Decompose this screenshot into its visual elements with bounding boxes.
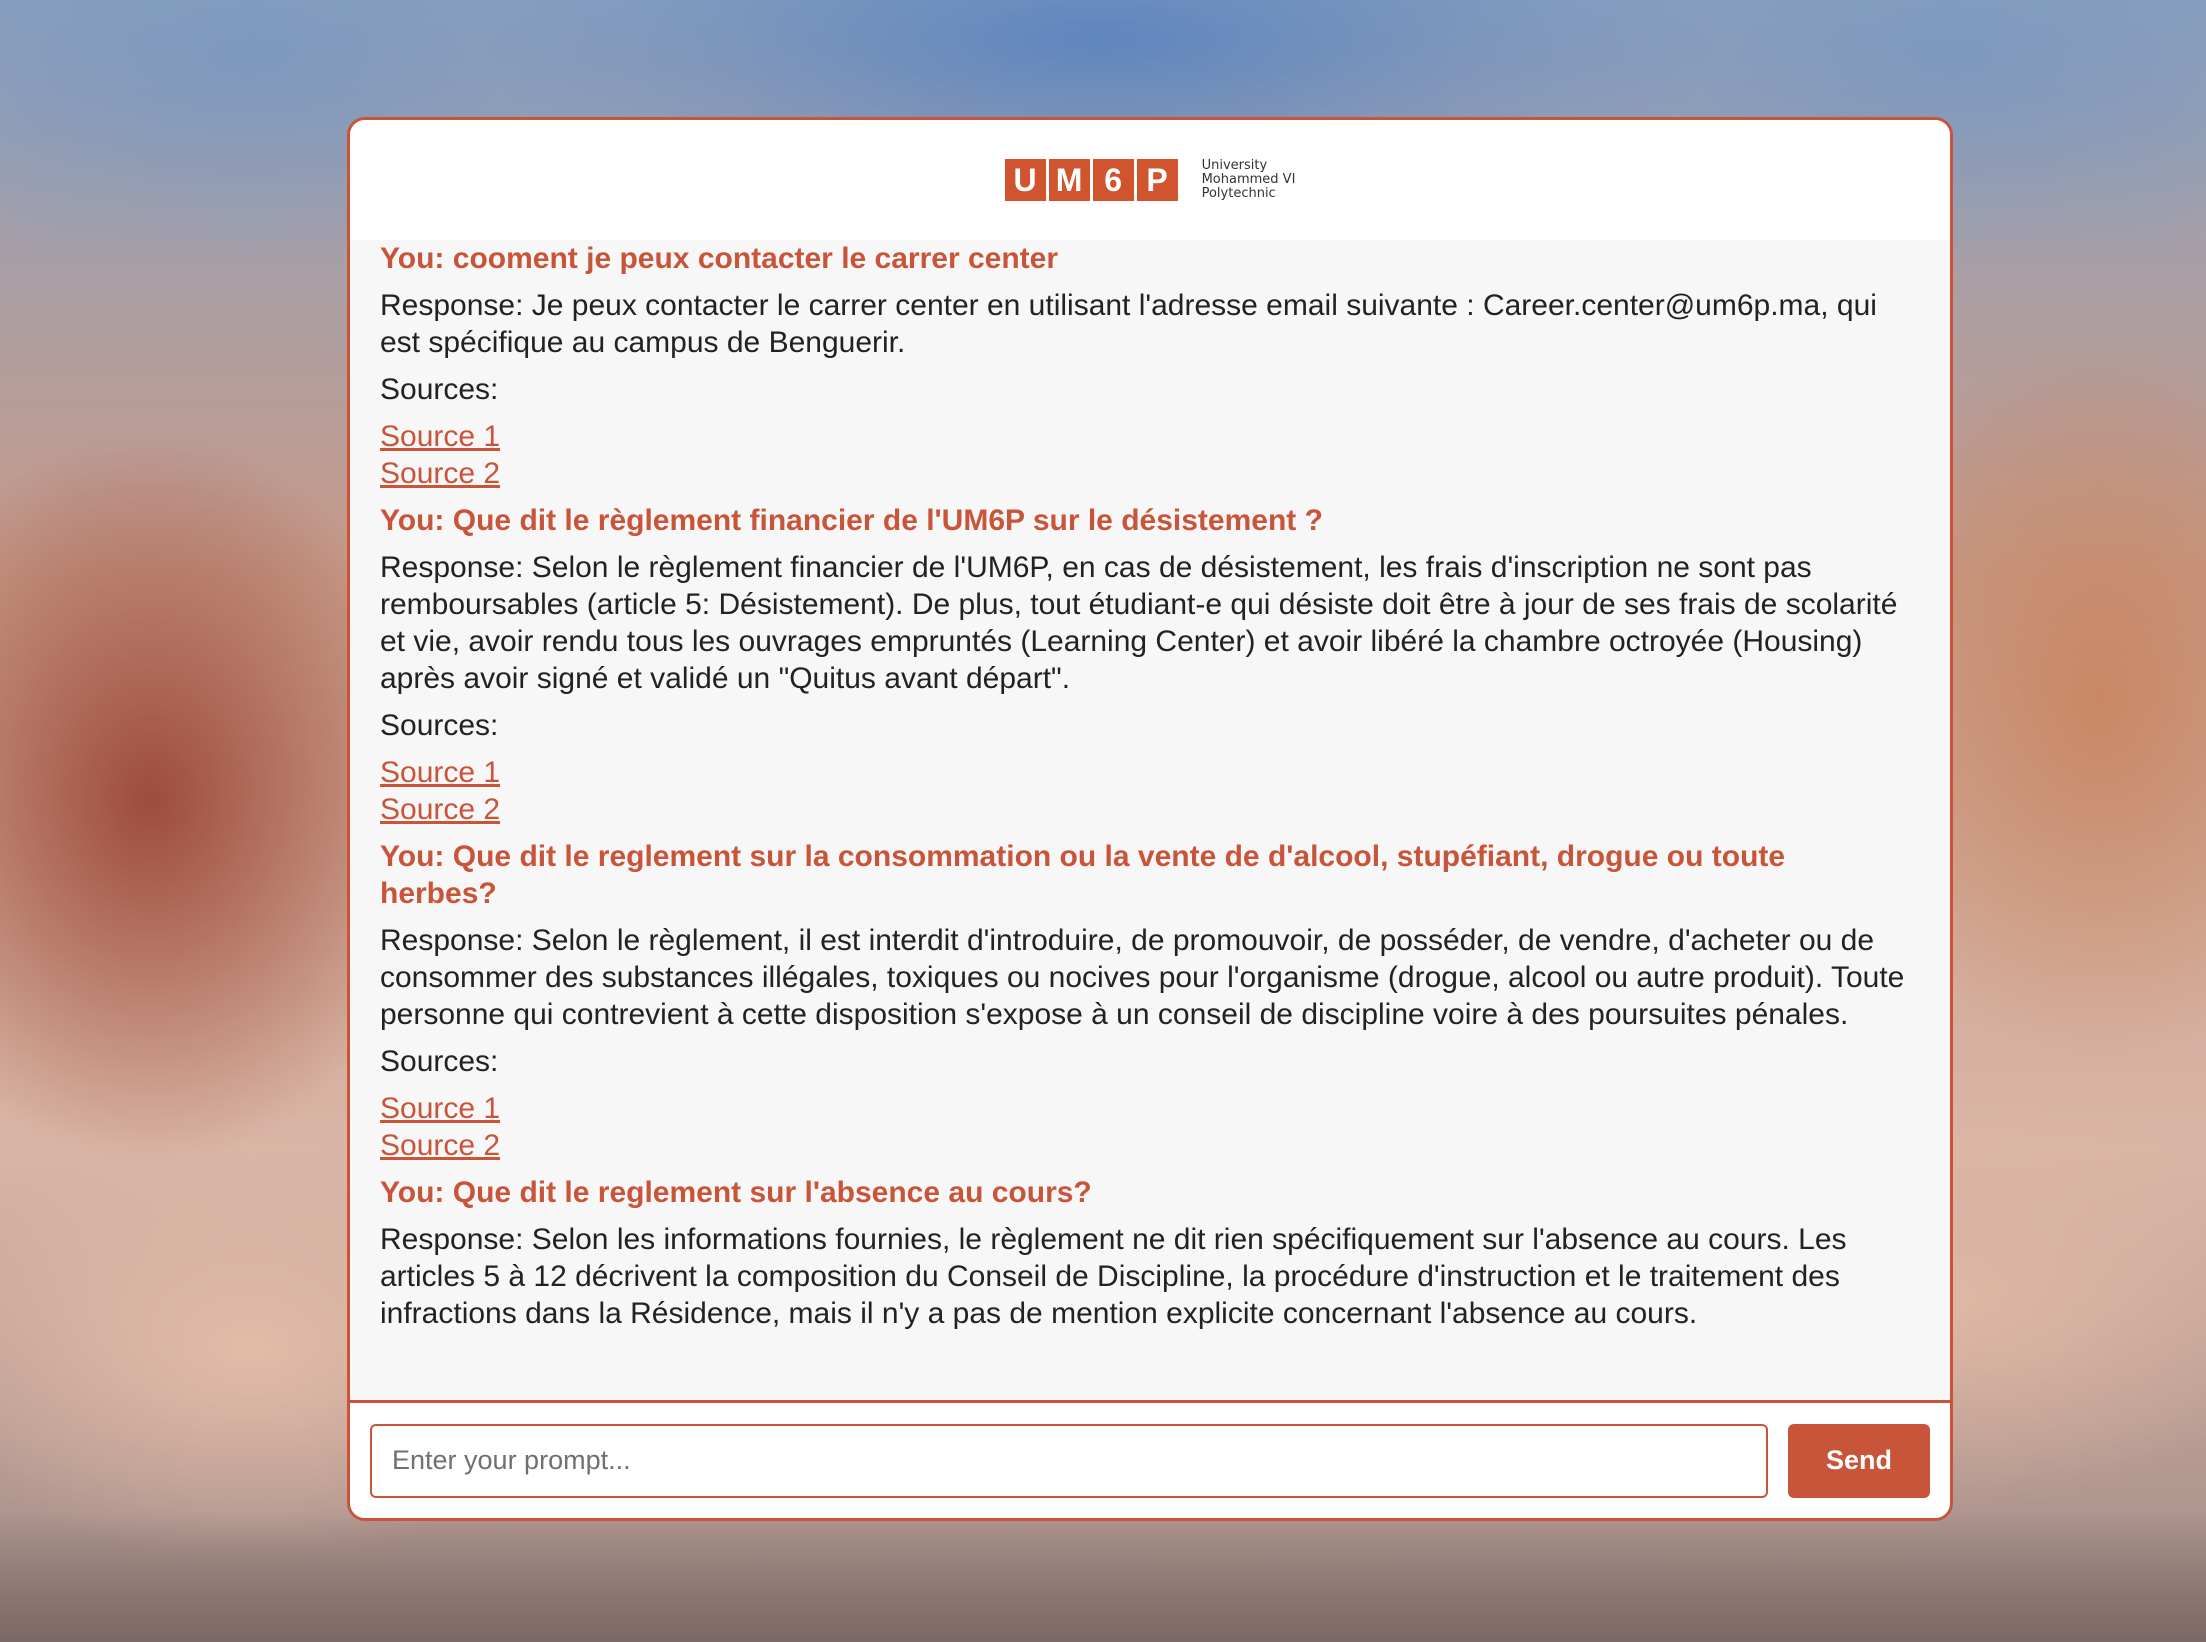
source-link[interactable]: Source 1 (380, 1090, 1910, 1127)
user-question: You: Que dit le reglement sur l'absence … (380, 1176, 1092, 1209)
logo-letter-u: U (1004, 159, 1046, 201)
logo-tagline-line: University (1201, 158, 1268, 173)
sources-list: Source 1 Source 2 (380, 754, 1910, 828)
source-link[interactable]: Source 1 (380, 754, 1910, 791)
prompt-input[interactable] (370, 1423, 1768, 1498)
sources-list: Source 1 Source 2 (380, 418, 1910, 492)
logo-letter-6: 6 (1092, 159, 1134, 201)
user-question: You: Que dit le règlement financier de l… (380, 504, 1323, 537)
send-button[interactable]: Send (1788, 1423, 1930, 1498)
user-question: You: cooment je peux contacter le carrer… (380, 242, 1059, 275)
sources-list: Source 1 Source 2 (380, 1090, 1910, 1164)
source-link[interactable]: Source 2 (380, 455, 1910, 492)
bot-response: Response: Selon le règlement, il est int… (380, 924, 1905, 1031)
input-bar: Send (350, 1400, 1950, 1518)
sources-label: Sources: (380, 709, 499, 742)
header: U M 6 P University Mohammed VI Polytechn… (350, 120, 1950, 240)
bot-response: Response: Selon le règlement financier d… (380, 551, 1898, 695)
sources-label: Sources: (380, 1045, 499, 1078)
message-list-content: You: cooment je peux contacter le carrer… (380, 240, 1910, 1332)
user-question: You: Que dit le reglement sur la consomm… (380, 840, 1786, 910)
um6p-logo: U M 6 P University Mohammed VI Polytechn… (1004, 159, 1296, 201)
logo-letter-p: P (1136, 159, 1178, 201)
background-shade (0, 1512, 2206, 1642)
bot-response: Response: Selon les informations fournie… (380, 1223, 1847, 1330)
bot-response: Response: Je peux contacter le carrer ce… (380, 289, 1877, 359)
source-link[interactable]: Source 2 (380, 1127, 1910, 1164)
chat-window: U M 6 P University Mohammed VI Polytechn… (347, 117, 1953, 1521)
logo-tagline-line: Mohammed VI (1201, 172, 1296, 187)
source-link[interactable]: Source 1 (380, 418, 1910, 455)
logo-tagline-line: Polytechnic (1201, 186, 1276, 201)
message-list[interactable]: You: cooment je peux contacter le carrer… (350, 240, 1950, 1400)
logo-letter-m: M (1048, 159, 1090, 201)
logo-tagline: University Mohammed VI Polytechnic (1202, 159, 1296, 201)
logo-letters: U M 6 P (1004, 159, 1178, 201)
sources-label: Sources: (380, 373, 499, 406)
source-link[interactable]: Source 2 (380, 791, 1910, 828)
